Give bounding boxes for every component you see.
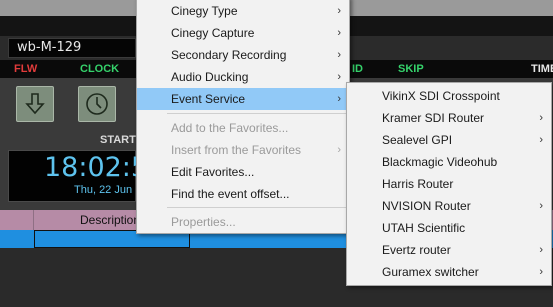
clock-date: Thu, 22 Jun	[74, 184, 133, 196]
status-flw: FLW	[14, 63, 38, 75]
submenu-item-utah-scientific[interactable]: UTAH Scientific	[347, 217, 551, 239]
status-time: TIME	[531, 63, 553, 75]
submenu-item-nvision-router[interactable]: NVISION Router ›	[347, 195, 551, 217]
submenu-item-label: NVISION Router	[382, 199, 471, 213]
menu-item-label: Properties...	[171, 215, 236, 229]
menu-item-edit-favorites[interactable]: Edit Favorites...	[137, 161, 349, 183]
menu-item-label: Add to the Favorites...	[171, 121, 289, 135]
chevron-right-icon: ›	[539, 134, 543, 146]
status-id: ID	[352, 63, 363, 75]
menu-item-add-to-favorites[interactable]: Add to the Favorites...	[137, 117, 349, 139]
menu-item-label: Edit Favorites...	[171, 165, 255, 179]
chevron-right-icon: ›	[337, 49, 341, 61]
menu-item-cinegy-capture[interactable]: Cinegy Capture ›	[137, 22, 349, 44]
submenu-item-kramer-sdi-router[interactable]: Kramer SDI Router ›	[347, 107, 551, 129]
menu-item-label: Secondary Recording	[171, 48, 287, 62]
chevron-right-icon: ›	[539, 112, 543, 124]
menu-item-cinegy-type[interactable]: Cinegy Type ›	[137, 0, 349, 22]
clock-time: 18:02:5	[44, 152, 149, 183]
submenu-item-sealevel-gpi[interactable]: Sealevel GPI ›	[347, 129, 551, 151]
start-label: START	[100, 134, 136, 146]
submenu-item-label: Sealevel GPI	[382, 133, 453, 147]
menu-item-insert-from-favorites[interactable]: Insert from the Favorites ›	[137, 139, 349, 161]
menu-item-secondary-recording[interactable]: Secondary Recording ›	[137, 44, 349, 66]
context-menu: Cinegy Type › Cinegy Capture › Secondary…	[136, 0, 350, 234]
chevron-right-icon: ›	[539, 244, 543, 256]
submenu-item-label: Evertz router	[382, 243, 451, 257]
submenu-item-label: UTAH Scientific	[382, 221, 466, 235]
status-skip: SKIP	[398, 63, 424, 75]
menu-item-label: Find the event offset...	[171, 187, 290, 201]
menu-item-label: Cinegy Type	[171, 4, 238, 18]
submenu-item-label: Harris Router	[382, 177, 454, 191]
menu-item-properties[interactable]: Properties...	[137, 211, 349, 233]
menu-item-label: Cinegy Capture	[171, 26, 255, 40]
submenu-item-label: Guramex switcher	[382, 265, 479, 279]
chevron-right-icon: ›	[337, 5, 341, 17]
submenu-item-label: Blackmagic Videohub	[382, 155, 498, 169]
chevron-right-icon: ›	[539, 266, 543, 278]
menu-item-event-service[interactable]: Event Service ›	[137, 88, 349, 110]
event-service-submenu: VikinX SDI Crosspoint Kramer SDI Router …	[346, 82, 552, 286]
chevron-right-icon: ›	[337, 144, 341, 156]
chevron-right-icon: ›	[337, 93, 341, 105]
status-clock: CLOCK	[80, 63, 120, 75]
chevron-right-icon: ›	[337, 71, 341, 83]
chevron-right-icon: ›	[337, 27, 341, 39]
menu-item-label: Audio Ducking	[171, 70, 249, 84]
submenu-item-blackmagic-videohub[interactable]: Blackmagic Videohub	[347, 151, 551, 173]
menu-item-label: Event Service	[171, 92, 246, 106]
chevron-right-icon: ›	[539, 200, 543, 212]
menu-item-audio-ducking[interactable]: Audio Ducking ›	[137, 66, 349, 88]
download-button[interactable]	[16, 86, 54, 122]
menu-item-find-event-offset[interactable]: Find the event offset...	[137, 183, 349, 205]
menu-item-label: Insert from the Favorites	[171, 143, 302, 157]
submenu-item-guramex-switcher[interactable]: Guramex switcher ›	[347, 261, 551, 283]
menu-separator	[167, 113, 347, 114]
submenu-item-vikinx-sdi-crosspoint[interactable]: VikinX SDI Crosspoint	[347, 85, 551, 107]
device-name-box: wb-M-129	[8, 38, 136, 58]
submenu-item-evertz-router[interactable]: Evertz router ›	[347, 239, 551, 261]
submenu-item-harris-router[interactable]: Harris Router	[347, 173, 551, 195]
submenu-item-label: VikinX SDI Crosspoint	[382, 89, 500, 103]
clock-icon	[86, 93, 108, 115]
submenu-item-label: Kramer SDI Router	[382, 111, 485, 125]
clock-button[interactable]	[78, 86, 116, 122]
table-header-cell[interactable]	[0, 210, 34, 230]
arrow-down-icon	[25, 93, 45, 115]
menu-separator	[167, 207, 347, 208]
